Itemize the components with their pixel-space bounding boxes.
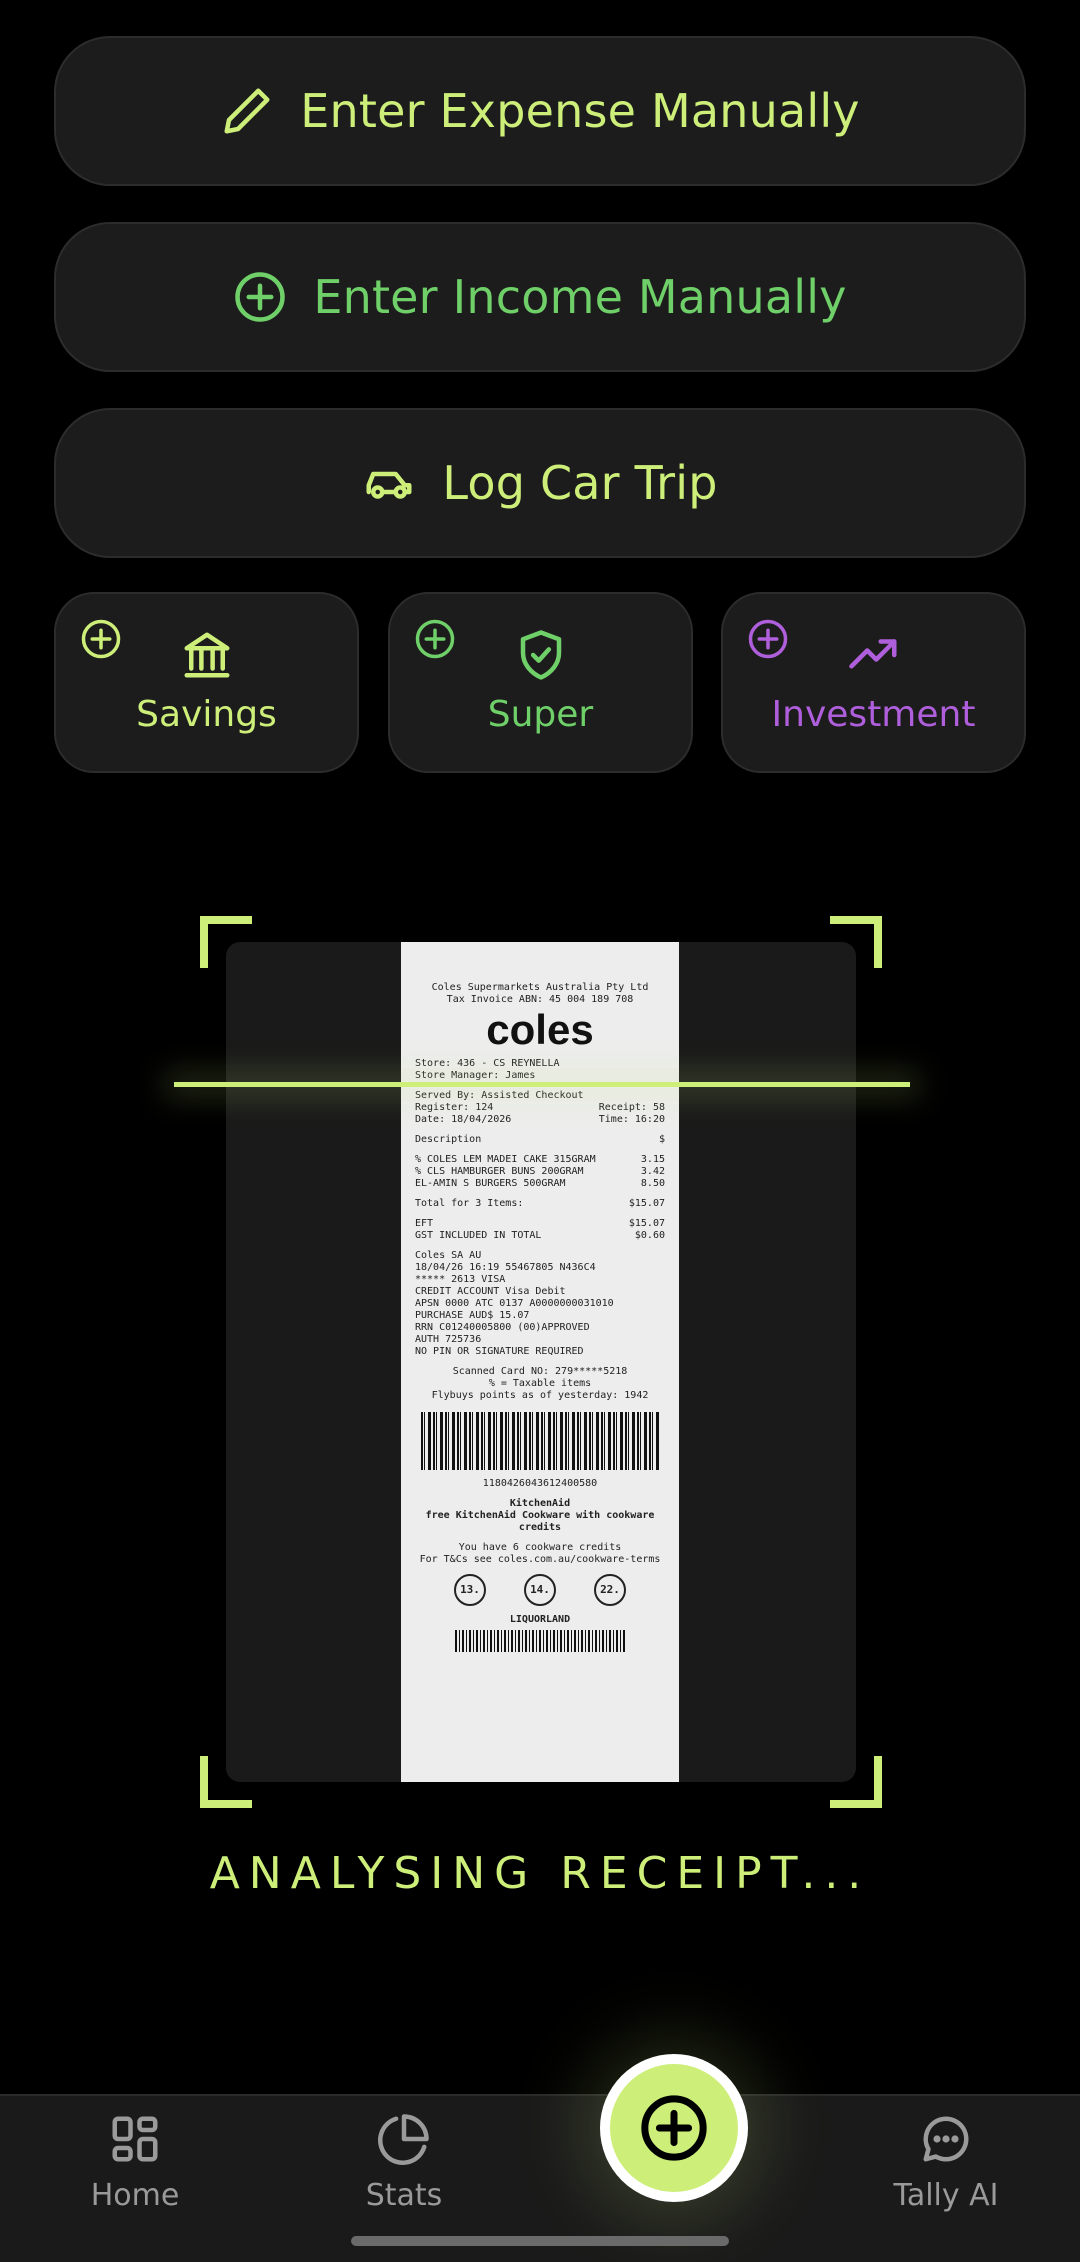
plus-circle-icon	[81, 619, 121, 659]
item-name: % CLS HAMBURGER BUNS 200GRAM	[415, 1166, 584, 1177]
trending-up-icon	[848, 639, 896, 669]
receipt-barcode-number: 1180426043612400580	[482, 1478, 598, 1489]
receipt-bank-line: APSN 0000 ATC 0137 A0000000031010	[415, 1298, 614, 1309]
receipt-flybuys-line: Flybuys points as of yesterday: 1942	[431, 1390, 649, 1401]
shield-check-icon	[520, 630, 561, 680]
receipt-total-label: Total for 3 Items:	[415, 1198, 524, 1209]
log-car-trip-button[interactable]: Log Car Trip	[54, 408, 1026, 558]
receipt-item: EL-AMIN S BURGERS 500GRAM 8.50	[415, 1178, 665, 1190]
bank-icon	[184, 632, 229, 678]
circle-price: 14.	[524, 1574, 556, 1606]
item-price: 8.50	[640, 1178, 665, 1189]
receipt-number: Receipt: 58	[598, 1102, 665, 1113]
plus-circle-icon	[415, 619, 455, 659]
receipt-company: Coles Supermarkets Australia Pty Ltd	[431, 982, 649, 993]
item-name: EL-AMIN S BURGERS 500GRAM	[415, 1178, 566, 1189]
enter-expense-label: Enter Expense Manually	[300, 84, 860, 138]
pencil-icon	[224, 88, 270, 134]
coles-logo: coles	[486, 1006, 594, 1053]
promo-title: KitchenAid	[509, 1498, 571, 1509]
receipt-item: % CLS HAMBURGER BUNS 200GRAM 3.42	[415, 1166, 665, 1178]
chat-bubble-icon	[923, 2116, 969, 2162]
receipt-bank-line: Coles SA AU	[415, 1250, 482, 1261]
add-fab-button[interactable]	[600, 2054, 748, 2202]
pie-chart-icon	[378, 2114, 429, 2165]
super-label: Super	[487, 694, 594, 735]
receipt-desc-header: Description	[415, 1134, 482, 1145]
circle-price: 22.	[594, 1574, 626, 1606]
receipt-bank-line: NO PIN OR SIGNATURE REQUIRED	[415, 1346, 584, 1357]
enter-income-label: Enter Income Manually	[313, 270, 847, 324]
receipt-bank-line: AUTH 725736	[415, 1334, 482, 1345]
car-icon	[366, 471, 412, 499]
item-price: 3.15	[640, 1154, 665, 1165]
item-price: 3.42	[640, 1166, 665, 1177]
receipt-tax-invoice: Tax Invoice ABN: 45 004 189 708	[446, 994, 634, 1005]
receipt-barcode-small	[455, 1630, 625, 1652]
super-tile[interactable]: Super	[388, 592, 693, 773]
receipt-eft-label: EFT	[415, 1218, 434, 1229]
receipt-gst: $0.60	[634, 1230, 665, 1241]
savings-label: Savings	[136, 694, 277, 735]
promo-line: free KitchenAid Cookware with cookware c…	[425, 1510, 655, 1533]
analysing-status: ANALYSING RECEIPT...	[209, 1848, 871, 1899]
receipt-store: Store: 436 - CS REYNELLA	[415, 1058, 560, 1069]
receipt-scanner-view: Coles Supermarkets Australia Pty Ltd Tax…	[226, 942, 856, 1782]
enter-income-button[interactable]: Enter Income Manually	[54, 222, 1026, 372]
receipt-bank-line: RRN C01240005800 (00)APPROVED	[415, 1322, 590, 1333]
receipt-bank-line: 18/04/26 16:19 55467805 N436C4	[415, 1262, 596, 1273]
nav-stats[interactable]: Stats	[304, 2112, 504, 2213]
circle-price: 13.	[454, 1574, 486, 1606]
savings-tile[interactable]: Savings	[54, 592, 359, 773]
item-name: % COLES LEM MADEI CAKE 315GRAM	[415, 1154, 596, 1165]
receipt-item: % COLES LEM MADEI CAKE 315GRAM 3.15	[415, 1154, 665, 1166]
receipt-gst-label: GST INCLUDED IN TOTAL	[415, 1230, 542, 1241]
scan-corner-bottom-left	[200, 1756, 252, 1808]
receipt-taxable-line: % = Taxable items	[488, 1378, 592, 1389]
receipt-image: Coles Supermarkets Australia Pty Ltd Tax…	[401, 942, 679, 1782]
receipt-manager: Store Manager: James	[415, 1070, 536, 1081]
liquorland-label: LIQUORLAND	[509, 1614, 571, 1625]
plus-circle-icon	[641, 2095, 707, 2161]
plus-circle-icon	[748, 619, 788, 659]
log-car-trip-label: Log Car Trip	[442, 456, 718, 510]
nav-stats-label: Stats	[365, 2178, 443, 2213]
investment-tile[interactable]: Investment	[721, 592, 1026, 773]
receipt-bank-line: CREDIT ACCOUNT Visa Debit	[415, 1286, 566, 1297]
receipt-register: Register: 124	[415, 1102, 494, 1113]
nav-tally-ai[interactable]: Tally AI	[846, 2112, 1046, 2213]
nav-home[interactable]: Home	[35, 2112, 235, 2213]
receipt-card-line: Scanned Card NO: 279*****5218	[452, 1366, 628, 1377]
scan-corner-bottom-right	[830, 1756, 882, 1808]
scan-corner-top-left	[200, 916, 252, 968]
grid-icon	[112, 2116, 158, 2162]
plus-circle-icon	[235, 272, 286, 322]
receipt-currency: $	[658, 1134, 665, 1145]
receipt-date: Date: 18/04/2026	[415, 1114, 512, 1125]
receipt-eft: $15.07	[628, 1218, 665, 1229]
credits-line: You have 6 cookware credits	[458, 1542, 622, 1553]
receipt-served-by: Served By: Assisted Checkout	[415, 1090, 584, 1101]
receipt-bank-line: ***** 2613 VISA	[415, 1274, 506, 1285]
scan-line	[174, 1082, 910, 1087]
receipt-time: Time: 16:20	[598, 1114, 665, 1125]
terms-line: For T&Cs see coles.com.au/cookware-terms	[419, 1554, 661, 1565]
home-indicator[interactable]	[351, 2236, 729, 2246]
receipt-bank-line: PURCHASE AUD$ 15.07	[415, 1310, 530, 1321]
nav-tally-label: Tally AI	[893, 2178, 999, 2213]
receipt-barcode	[421, 1412, 659, 1470]
scan-corner-top-right	[830, 916, 882, 968]
receipt-total: $15.07	[628, 1198, 665, 1209]
investment-label: Investment	[771, 694, 976, 735]
enter-expense-button[interactable]: Enter Expense Manually	[54, 36, 1026, 186]
price-circles: 13. 14. 22.	[435, 1574, 645, 1606]
nav-home-label: Home	[90, 2178, 180, 2213]
